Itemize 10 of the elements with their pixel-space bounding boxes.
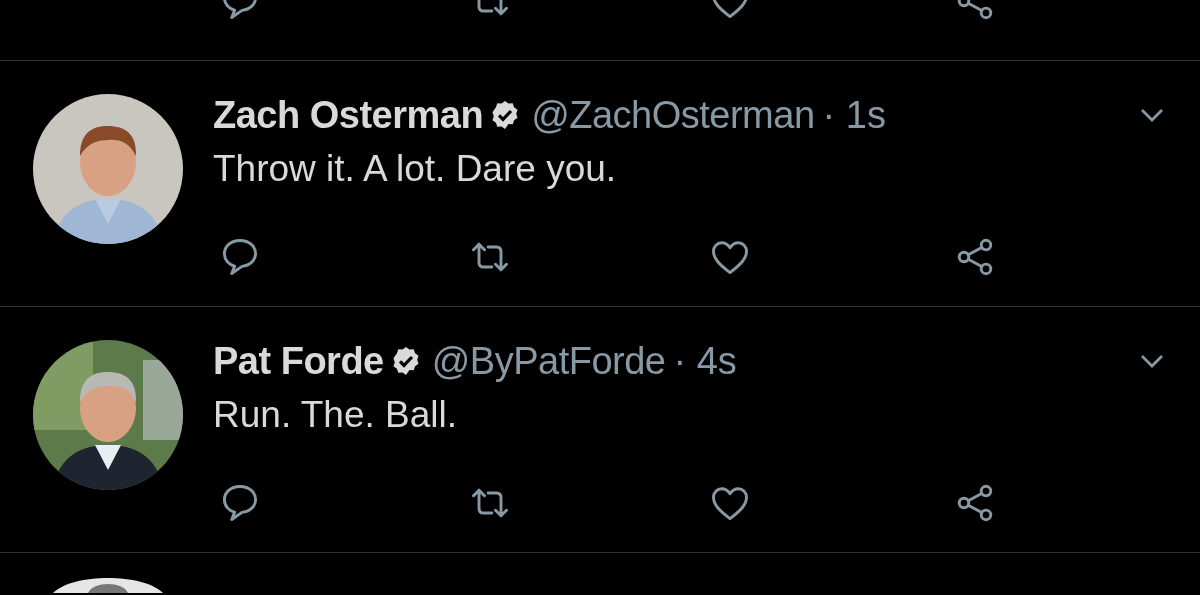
tweet-card[interactable]: Pat Forde @ByPatForde · 4s Run. The. Ball. xyxy=(0,307,1200,553)
tweet-card[interactable]: Zach Osterman @ZachOsterman · 1s Throw it. A lot. Dare you. xyxy=(0,61,1200,307)
timestamp: · 1s xyxy=(822,93,886,137)
user-handle[interactable]: @ZachOsterman xyxy=(531,93,815,137)
user-handle[interactable]: @ByPatForde xyxy=(431,339,666,383)
user-name[interactable]: Zach Osterman xyxy=(213,93,484,137)
timestamp: · 4s xyxy=(673,339,737,383)
tweet-text: Throw it. A lot. Dare you. xyxy=(213,148,618,191)
tweet-text: Run. The. Ball. xyxy=(213,394,459,437)
user-name[interactable]: Pat Forde xyxy=(213,339,384,383)
